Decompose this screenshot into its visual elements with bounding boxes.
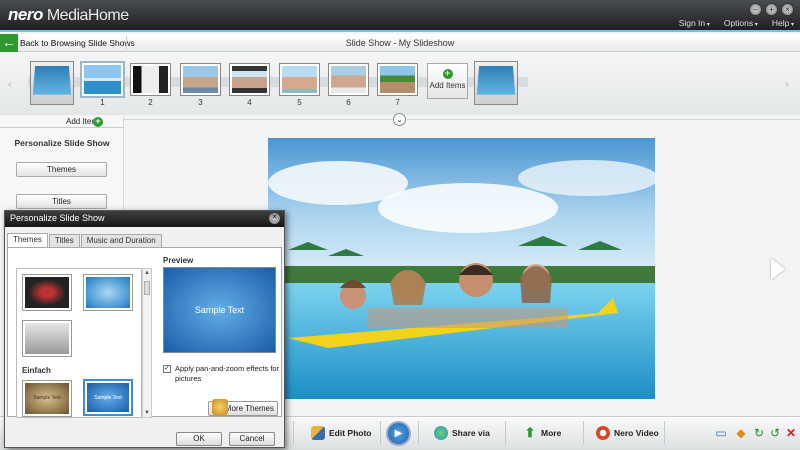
share-icon: [434, 426, 448, 440]
title-bar: neroMediaHome – + × Sign In Options Help: [0, 0, 800, 32]
slide-thumb-7[interactable]: [377, 63, 418, 96]
ok-button[interactable]: OK: [176, 432, 222, 446]
theme-group-label: Einfach: [22, 366, 51, 375]
themes-panel: Einfach Sample Text Sample Text ▲ ▼ Prev…: [7, 247, 282, 418]
slide-number-2: 2: [148, 98, 153, 107]
strip-add-items-label: Add Items: [429, 81, 466, 90]
personalize-dialog: Personalize Slide Show ✕ Themes Titles M…: [4, 210, 285, 448]
nero-video-label: Nero Video: [614, 428, 659, 438]
dialog-tabs: Themes Titles Music and Duration: [7, 233, 162, 247]
sidebar-heading: Personalize Slide Show: [14, 138, 110, 148]
theme-thumb[interactable]: [22, 320, 72, 357]
strip-right-arrow-icon[interactable]: ›: [785, 77, 789, 91]
slide-number-4: 4: [247, 98, 252, 107]
slide-thumb-4[interactable]: [229, 63, 270, 96]
more-button[interactable]: ⬆ More: [523, 425, 562, 440]
nav-bar: ← Back to Browsing Slide Shows Slide Sho…: [0, 34, 800, 52]
slide-thumb-2[interactable]: [130, 63, 171, 96]
maximize-button[interactable]: +: [765, 3, 778, 16]
menu-sign-in[interactable]: Sign In: [679, 18, 710, 28]
gallery-scrollbar[interactable]: ▲ ▼: [142, 268, 152, 418]
themes-button[interactable]: Themes: [16, 162, 107, 177]
add-icon: +: [442, 69, 453, 79]
edit-photo-button[interactable]: Edit Photo: [311, 426, 372, 440]
nero-video-button[interactable]: Nero Video: [596, 426, 659, 440]
tab-music-and-duration[interactable]: Music and Duration: [80, 234, 162, 247]
sidebar-add-items-button[interactable]: Add Items: [0, 116, 124, 128]
dialog-title-bar: Personalize Slide Show ✕: [5, 211, 284, 227]
theme-thumb[interactable]: [83, 274, 133, 311]
more-arrow-icon: ⬆: [524, 425, 536, 440]
slide-thumb-5[interactable]: [279, 63, 320, 96]
start-transition-card[interactable]: [30, 61, 74, 105]
toolbar-divider: [380, 421, 381, 445]
slide-number-7: 7: [395, 98, 400, 107]
menu-help[interactable]: Help: [772, 18, 794, 28]
minimize-button[interactable]: –: [749, 3, 762, 16]
strip-add-items-button[interactable]: + Add Items: [427, 63, 468, 99]
theme-gallery: Einfach Sample Text Sample Text: [16, 268, 142, 418]
tab-themes[interactable]: Themes: [7, 233, 48, 247]
more-label: More: [541, 428, 562, 438]
toolbar-divider: [505, 421, 506, 445]
toolbar-divider: [418, 421, 419, 445]
dialog-close-icon[interactable]: ✕: [269, 213, 280, 224]
slide-number-3: 3: [198, 98, 203, 107]
app-logo: nero MediaHome: [8, 5, 129, 25]
chevron-down-icon[interactable]: ⌄: [393, 113, 406, 126]
slide-strip: ‹ › 1 2 3 4 5 6 7 + Add Items: [0, 53, 800, 115]
undo-icon[interactable]: ↺: [768, 426, 782, 440]
divider: [124, 119, 800, 120]
strip-left-arrow-icon[interactable]: ‹: [8, 77, 12, 91]
slide-number-6: 6: [346, 98, 351, 107]
theme-thumb[interactable]: [22, 274, 72, 311]
close-icon[interactable]: ✕: [784, 426, 798, 440]
edit-photo-label: Edit Photo: [329, 428, 372, 438]
slide-number-1: 1: [100, 98, 105, 107]
app-brand: nero: [8, 5, 43, 24]
end-transition-card[interactable]: [474, 61, 518, 105]
top-menu: Sign In Options Help: [679, 18, 794, 28]
sidebar-add-icon[interactable]: +: [93, 117, 103, 127]
pan-zoom-checkbox[interactable]: ✓: [163, 365, 171, 373]
slide-number-5: 5: [297, 98, 302, 107]
burn-icon[interactable]: ◆: [734, 426, 748, 440]
toolbar-divider: [664, 421, 665, 445]
nero-video-icon: [596, 426, 610, 440]
more-themes-icon: [212, 399, 228, 415]
pool-family-image: [268, 138, 655, 399]
tab-titles[interactable]: Titles: [48, 234, 80, 247]
close-window-button[interactable]: ×: [781, 3, 794, 16]
theme-preview: Sample Text: [163, 267, 276, 353]
page-title: Slide Show - My Slideshow: [345, 38, 455, 48]
slide-thumb-3[interactable]: [180, 63, 221, 96]
toolbar-divider: [293, 421, 294, 445]
next-arrow-icon[interactable]: [771, 258, 785, 280]
titles-button[interactable]: Titles: [16, 194, 107, 209]
monitor-icon[interactable]: ▭: [714, 426, 728, 440]
share-via-label: Share via: [452, 428, 490, 438]
more-themes-button[interactable]: More Themes: [208, 399, 278, 416]
share-via-button[interactable]: Share via: [434, 426, 490, 440]
more-themes-label: More Themes: [224, 404, 274, 413]
theme-thumb[interactable]: Sample Text: [22, 380, 72, 417]
play-icon[interactable]: ▶: [386, 421, 411, 446]
edit-photo-icon: [311, 426, 325, 440]
slide-thumb-1[interactable]: [80, 61, 125, 98]
scroll-thumb[interactable]: [144, 281, 150, 295]
theme-thumb-selected[interactable]: Sample Text: [83, 379, 133, 416]
preview-label: Preview: [163, 256, 194, 265]
window-controls: – + ×: [749, 3, 794, 16]
pan-zoom-label: Apply pan-and-zoom effects for pictures: [175, 364, 280, 383]
dialog-title: Personalize Slide Show: [10, 213, 105, 223]
app-title: MediaHome: [46, 7, 129, 24]
refresh-icon[interactable]: ↻: [752, 426, 766, 440]
scroll-down-icon[interactable]: ▼: [143, 410, 151, 416]
menu-options[interactable]: Options: [724, 18, 758, 28]
toolbar-divider: [583, 421, 584, 445]
slide-thumb-6[interactable]: [328, 63, 369, 96]
slide-preview-photo: [268, 138, 655, 399]
scroll-up-icon[interactable]: ▲: [143, 270, 151, 276]
cancel-button[interactable]: Cancel: [229, 432, 275, 446]
